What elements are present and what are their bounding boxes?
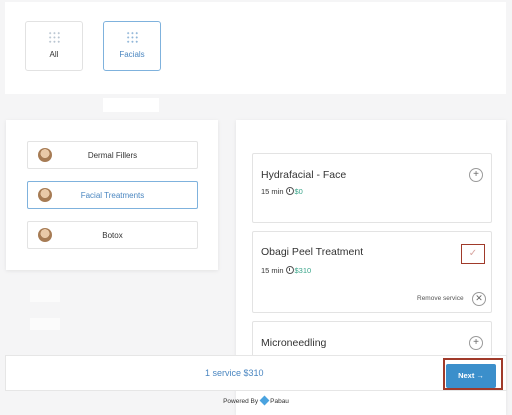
footer: Powered By Pabau bbox=[0, 395, 512, 406]
booking-summary: 1 service $310 bbox=[205, 368, 264, 378]
service-card-obagi[interactable]: Obagi Peel Treatment 15 min $310 ✓ Remove… bbox=[252, 231, 492, 313]
next-button[interactable]: Next → bbox=[446, 364, 496, 388]
service-card-hydrafacial[interactable]: Hydrafacial - Face 15 min $0 + bbox=[252, 153, 492, 223]
service-category-label: Dermal Fillers bbox=[87, 151, 138, 160]
service-price: $0 bbox=[294, 187, 303, 196]
service-category-panel: Dermal Fillers Facial Treatments Botox bbox=[6, 120, 218, 270]
brand-name: Pabau bbox=[270, 398, 289, 405]
clock-icon bbox=[285, 266, 294, 274]
category-panel: All Facials bbox=[5, 2, 506, 94]
category-all-label: All bbox=[49, 50, 59, 59]
service-category-facial-treatments[interactable]: Facial Treatments bbox=[27, 181, 198, 209]
service-category-label: Botox bbox=[102, 231, 123, 240]
ghost-fragment bbox=[30, 290, 60, 302]
ghost-fragment bbox=[30, 318, 60, 330]
pabau-logo-icon bbox=[259, 395, 270, 406]
add-service-button[interactable]: + bbox=[469, 168, 483, 182]
service-meta: 15 min $0 bbox=[261, 187, 303, 196]
service-category-dermal-fillers[interactable]: Dermal Fillers bbox=[27, 141, 198, 169]
remove-service-link[interactable]: Remove service bbox=[417, 295, 464, 302]
booking-summary-bar: 1 service $310 bbox=[5, 355, 507, 391]
service-category-label: Facial Treatments bbox=[80, 191, 145, 200]
selected-check-icon[interactable]: ✓ bbox=[461, 244, 485, 264]
service-title: Hydrafacial - Face bbox=[261, 169, 347, 181]
service-title: Obagi Peel Treatment bbox=[261, 246, 364, 258]
service-title: Microneedling bbox=[261, 337, 327, 349]
service-price: $310 bbox=[294, 266, 312, 275]
powered-by-text: Powered By bbox=[223, 398, 259, 405]
service-duration: 15 min bbox=[261, 266, 284, 275]
grid-icon bbox=[125, 31, 139, 44]
add-service-button[interactable]: + bbox=[469, 336, 483, 350]
clock-icon bbox=[285, 187, 294, 195]
service-meta: 15 min $310 bbox=[261, 266, 311, 275]
grid-icon bbox=[47, 31, 61, 44]
ghost-fragment bbox=[103, 98, 159, 112]
category-facials-label: Facials bbox=[119, 50, 145, 59]
close-icon[interactable]: ✕ bbox=[472, 292, 486, 306]
category-tile-facials[interactable]: Facials bbox=[103, 21, 161, 71]
service-duration: 15 min bbox=[261, 187, 284, 196]
service-category-botox[interactable]: Botox bbox=[27, 221, 198, 249]
category-tile-all[interactable]: All bbox=[25, 21, 83, 71]
